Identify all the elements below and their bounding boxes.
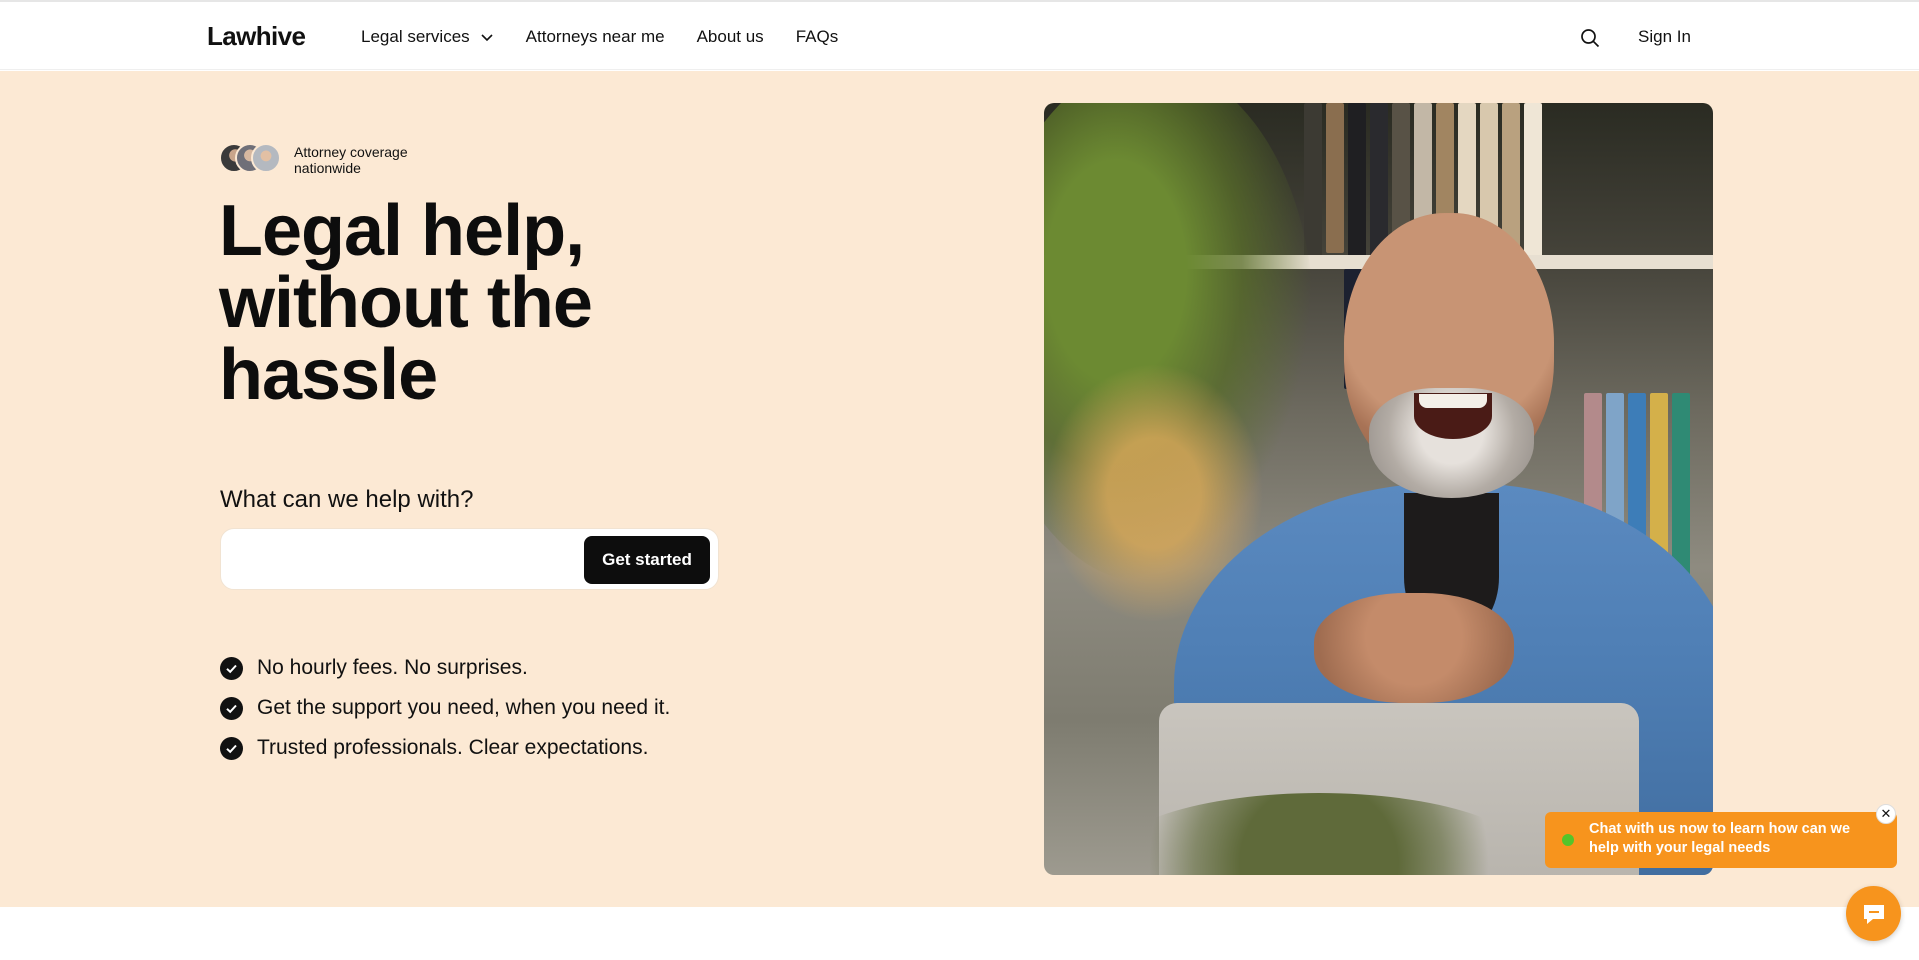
attorney-avatars bbox=[219, 143, 285, 175]
get-started-button[interactable]: Get started bbox=[584, 536, 710, 584]
coverage-line-1: Attorney coverage bbox=[294, 144, 408, 160]
hero-photo bbox=[1044, 103, 1713, 875]
list-item: Get the support you need, when you need … bbox=[220, 688, 670, 728]
nav-attorneys-near-me[interactable]: Attorneys near me bbox=[526, 27, 665, 47]
avatar bbox=[251, 143, 281, 173]
list-item: Trusted professionals. Clear expectation… bbox=[220, 728, 670, 768]
check-icon bbox=[220, 736, 243, 760]
nav-links: Legal services Attorneys near me About u… bbox=[361, 27, 870, 47]
coverage-text: Attorney coverage nationwide bbox=[294, 144, 434, 176]
top-navigation: Lawhive Legal services Attorneys near me… bbox=[0, 2, 1919, 70]
chat-icon[interactable] bbox=[1846, 886, 1901, 941]
benefit-text: Trusted professionals. Clear expectation… bbox=[257, 736, 649, 759]
search-icon[interactable] bbox=[1580, 28, 1600, 48]
benefits-list: No hourly fees. No surprises. Get the su… bbox=[220, 648, 670, 768]
hero-headline: Legal help, without the hassle bbox=[219, 195, 739, 411]
nav-about-us[interactable]: About us bbox=[697, 27, 764, 47]
nav-faqs[interactable]: FAQs bbox=[796, 27, 839, 47]
online-status-dot bbox=[1562, 834, 1574, 846]
sign-in-link[interactable]: Sign In bbox=[1638, 27, 1691, 47]
list-item: No hourly fees. No surprises. bbox=[220, 648, 670, 688]
close-icon[interactable]: ✕ bbox=[1876, 804, 1896, 824]
headline-line-3: hassle bbox=[219, 335, 438, 415]
person-teeth bbox=[1419, 394, 1487, 408]
help-question: What can we help with? bbox=[220, 486, 474, 513]
chat-prompt[interactable]: Chat with us now to learn how can we hel… bbox=[1545, 812, 1897, 868]
person-hands bbox=[1314, 593, 1514, 703]
help-search-box: Get started bbox=[220, 528, 719, 590]
benefit-text: Get the support you need, when you need … bbox=[257, 696, 671, 719]
headline-line-1: Legal help, bbox=[219, 191, 585, 271]
coverage-line-2: nationwide bbox=[294, 160, 361, 176]
headline-line-2: without the bbox=[219, 263, 593, 343]
help-input[interactable] bbox=[235, 541, 565, 579]
chat-prompt-text: Chat with us now to learn how can we hel… bbox=[1589, 821, 1851, 856]
benefit-text: No hourly fees. No surprises. bbox=[257, 656, 528, 679]
chevron-down-icon bbox=[481, 34, 493, 42]
check-icon bbox=[220, 696, 243, 720]
nav-legal-services[interactable]: Legal services bbox=[361, 27, 494, 47]
check-icon bbox=[220, 656, 243, 680]
nav-legal-services-label: Legal services bbox=[361, 27, 470, 46]
logo[interactable]: Lawhive bbox=[207, 21, 306, 52]
